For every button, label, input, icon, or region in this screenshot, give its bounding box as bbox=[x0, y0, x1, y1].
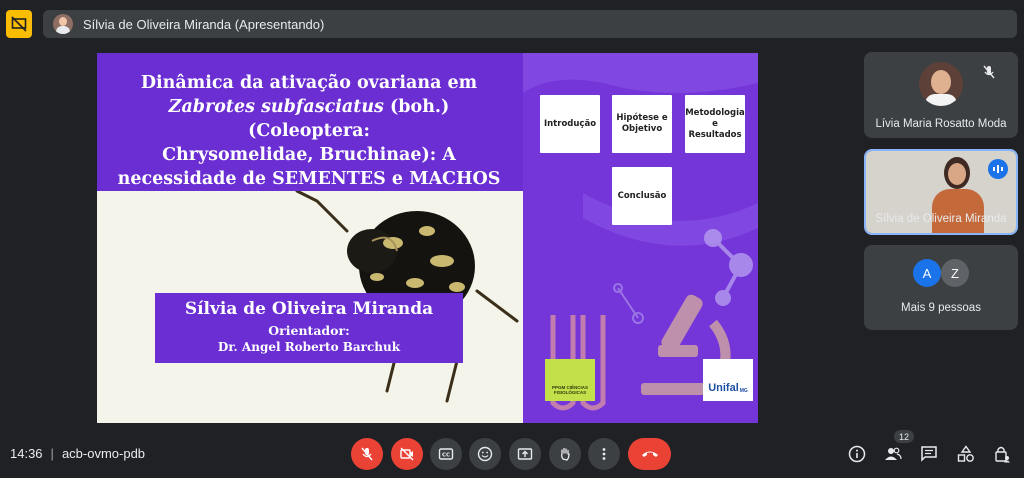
present-to-all-icon bbox=[517, 448, 533, 460]
presenter-label: Sílvia de Oliveira Miranda (Apresentando… bbox=[83, 16, 325, 32]
present-now-button[interactable] bbox=[509, 438, 541, 470]
nav-card-introducao[interactable]: Introdução bbox=[540, 95, 600, 153]
closed-captions-icon: CC bbox=[438, 448, 454, 460]
nav-card-hipotese[interactable]: Hipótese e Objetivo bbox=[612, 95, 672, 153]
more-vert-icon bbox=[602, 448, 606, 460]
advisor-label: Orientador: bbox=[268, 323, 350, 338]
svg-text:CC: CC bbox=[442, 453, 450, 459]
meeting-info: 14:36 | acb-ovmo-pdb bbox=[10, 446, 145, 461]
info-icon bbox=[848, 445, 866, 463]
videocam-off-icon bbox=[400, 447, 414, 461]
more-people-tile[interactable]: A Z Mais 9 pessoas bbox=[864, 245, 1018, 330]
ppgcf-logo: PPGM CIÊNCIAS FISIOLÓGICAS bbox=[545, 359, 595, 401]
slide-title: Dinâmica da ativação ovariana em Zabrote… bbox=[117, 73, 501, 189]
chat-button[interactable] bbox=[920, 445, 938, 463]
more-people-label: Mais 9 pessoas bbox=[901, 302, 981, 314]
chat-icon bbox=[921, 446, 937, 462]
slide-title-box: Dinâmica da ativação ovariana em Zabrote… bbox=[97, 53, 523, 191]
meeting-details-button[interactable] bbox=[848, 445, 866, 463]
slide-navigation-panel: Introdução Hipótese e Objetivo Metodolog… bbox=[523, 53, 758, 423]
mic-off-icon bbox=[979, 62, 999, 82]
nav-card-metodologia[interactable]: Metodologia e Resultados bbox=[685, 95, 745, 153]
author-name: Sílvia de Oliveira Miranda bbox=[184, 299, 434, 319]
host-controls-button[interactable] bbox=[993, 445, 1011, 463]
unifal-logo: Unifal MG bbox=[703, 359, 753, 401]
clock: 14:36 bbox=[10, 446, 43, 461]
more-options-button[interactable] bbox=[588, 438, 620, 470]
participant-tile-silvia[interactable]: Sílvia de Oliveira Miranda bbox=[864, 149, 1018, 235]
participant-avatar bbox=[919, 62, 963, 106]
nav-card-conclusao[interactable]: Conclusão bbox=[612, 167, 672, 225]
advisor-name: Dr. Angel Roberto Barchuk bbox=[217, 340, 401, 354]
people-button[interactable] bbox=[884, 445, 902, 463]
presentation-indicator-button[interactable] bbox=[6, 10, 32, 38]
presenter-banner: Sílvia de Oliveira Miranda (Apresentando… bbox=[43, 10, 1017, 38]
participant-name: Lívia Maria Rosatto Moda bbox=[875, 118, 1007, 130]
leave-call-button[interactable] bbox=[628, 438, 671, 470]
camera-toggle-button[interactable] bbox=[391, 438, 423, 470]
presentation-slide: Dinâmica da ativação ovariana em Zabrote… bbox=[97, 53, 758, 423]
lock-person-icon bbox=[995, 446, 1010, 463]
people-icon bbox=[885, 447, 902, 460]
raise-hand-button[interactable] bbox=[549, 438, 581, 470]
activities-button[interactable] bbox=[957, 445, 975, 463]
participant-tile-livia[interactable]: Lívia Maria Rosatto Moda bbox=[864, 52, 1018, 138]
people-count-badge: 12 bbox=[894, 430, 914, 443]
hand-icon bbox=[561, 447, 570, 461]
separator: | bbox=[50, 446, 54, 461]
author-box: Sílvia de Oliveira Miranda Orientador: D… bbox=[155, 293, 463, 363]
participant-name: Sílvia de Oliveira Miranda bbox=[875, 213, 1007, 225]
captions-button[interactable]: CC bbox=[430, 438, 462, 470]
meeting-code: acb-ovmo-pdb bbox=[61, 446, 146, 461]
speaking-indicator-icon bbox=[988, 159, 1008, 179]
mic-toggle-button[interactable] bbox=[351, 438, 383, 470]
call-end-icon bbox=[641, 451, 658, 457]
emoji-icon bbox=[477, 446, 493, 462]
present-to-all-off-icon bbox=[11, 16, 27, 32]
mic-off-icon bbox=[361, 447, 373, 461]
avatar-z: Z bbox=[941, 259, 969, 287]
reactions-button[interactable] bbox=[469, 438, 501, 470]
avatar-a: A bbox=[913, 259, 941, 287]
presenter-avatar bbox=[53, 14, 73, 34]
shapes-icon bbox=[957, 445, 974, 462]
